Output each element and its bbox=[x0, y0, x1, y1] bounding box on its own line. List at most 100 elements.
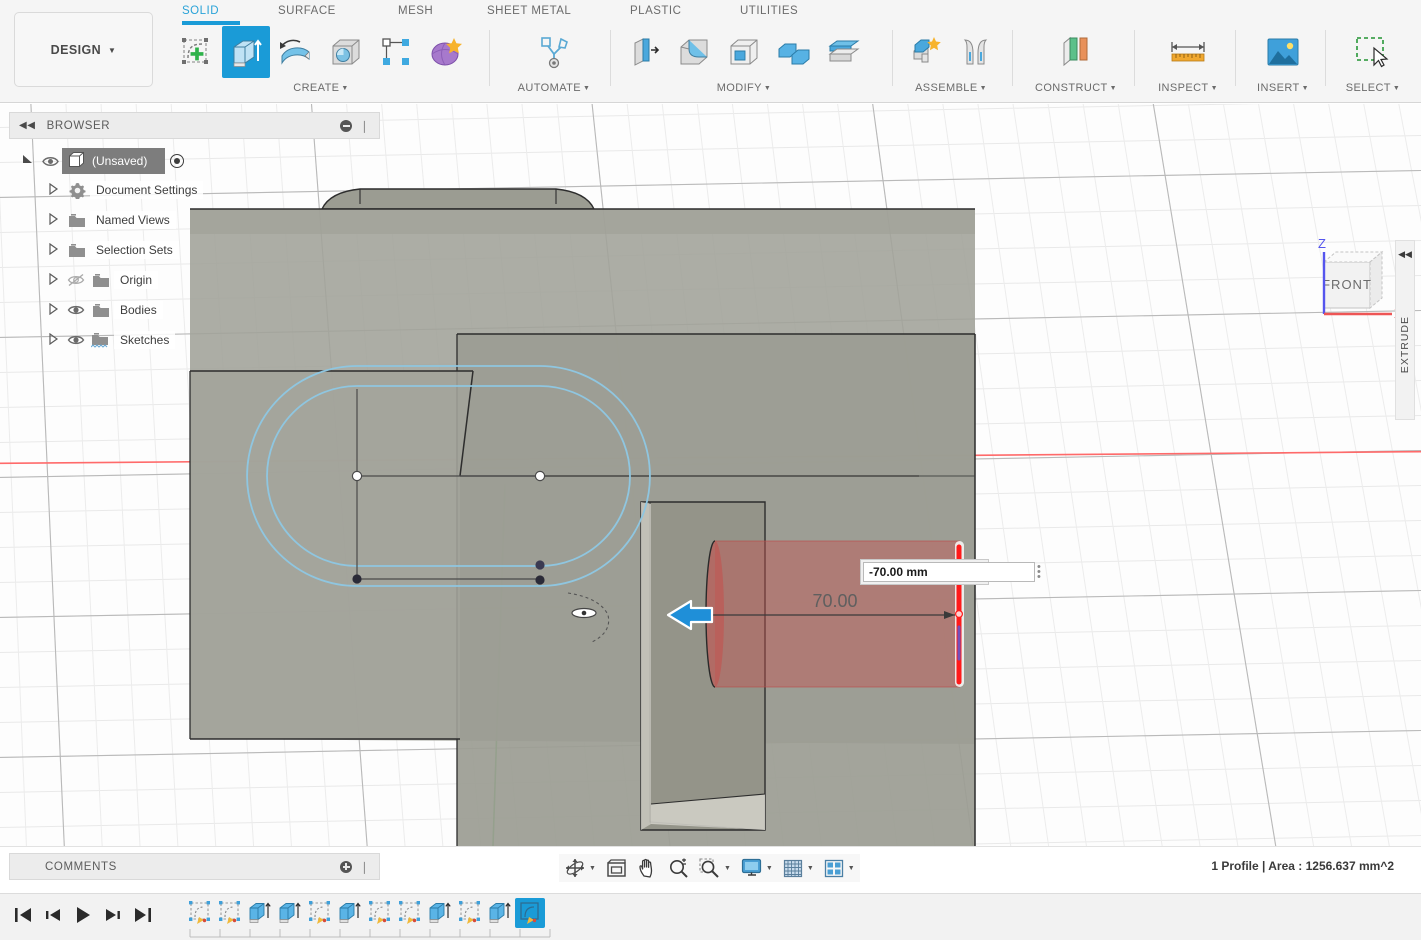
chevron-right-icon[interactable] bbox=[42, 273, 64, 288]
panel-resize-handle[interactable]: ❘ bbox=[359, 860, 370, 874]
tab-utilities[interactable]: UTILITIES bbox=[740, 5, 798, 17]
ribbon-group-insert: INSERT▼ bbox=[1245, 26, 1321, 103]
boss-top-face bbox=[322, 189, 594, 209]
timeline-feature-sketch[interactable] bbox=[395, 898, 425, 928]
chevron-right-icon[interactable] bbox=[42, 213, 64, 228]
zoom-button[interactable] bbox=[663, 855, 694, 881]
add-comment-icon[interactable] bbox=[340, 861, 352, 873]
shell-button[interactable] bbox=[720, 26, 768, 78]
chevron-right-icon[interactable] bbox=[42, 333, 64, 348]
timeline-feature-sketch[interactable] bbox=[455, 898, 485, 928]
upper-slab-face bbox=[190, 209, 975, 234]
play-button[interactable] bbox=[70, 902, 96, 928]
as-built-joint-button[interactable] bbox=[952, 26, 1000, 78]
chevron-right-icon[interactable] bbox=[42, 303, 64, 318]
collapse-left-icon[interactable]: ◀◀ bbox=[19, 120, 36, 131]
select-window-button[interactable] bbox=[1335, 26, 1411, 78]
offset-face-button[interactable] bbox=[820, 26, 868, 78]
joint-button[interactable] bbox=[902, 26, 950, 78]
fillet-button[interactable] bbox=[670, 26, 718, 78]
minimize-icon[interactable] bbox=[340, 120, 352, 132]
measure-button[interactable] bbox=[1144, 26, 1232, 78]
timeline-feature-sketch[interactable] bbox=[305, 898, 335, 928]
chevron-right-icon[interactable] bbox=[42, 183, 64, 198]
extrude-distance-input[interactable] bbox=[863, 562, 1035, 582]
document-cube-icon bbox=[68, 151, 85, 171]
viewports-button[interactable]: ▼ bbox=[819, 855, 860, 881]
ribbon-divider bbox=[1012, 30, 1013, 86]
tab-plastic[interactable]: PLASTIC bbox=[630, 5, 681, 17]
hole-button[interactable] bbox=[322, 26, 370, 78]
timeline-feature-extrude[interactable] bbox=[485, 898, 515, 928]
timeline-feature-sketch[interactable] bbox=[185, 898, 215, 928]
automate-dropdown[interactable]: AUTOMATE▼ bbox=[500, 82, 608, 94]
extrude-panel-label: EXTRUDE bbox=[1399, 316, 1411, 373]
timeline-feature-sketch[interactable] bbox=[215, 898, 245, 928]
panel-resize-handle[interactable]: ❘ bbox=[359, 119, 370, 133]
insert-image-button[interactable] bbox=[1245, 26, 1321, 78]
browser-item-named-views[interactable]: Named Views bbox=[16, 205, 256, 235]
step-back-button[interactable] bbox=[40, 902, 66, 928]
construct-plane-button[interactable] bbox=[1022, 26, 1130, 78]
construct-dropdown[interactable]: CONSTRUCT▼ bbox=[1022, 82, 1130, 94]
collapse-right-icon[interactable]: ◀◀ bbox=[1398, 249, 1412, 260]
go-to-beginning-button[interactable] bbox=[10, 902, 36, 928]
browser-item-origin[interactable]: Origin bbox=[16, 265, 256, 295]
timeline-feature-sketch-active[interactable] bbox=[515, 898, 545, 928]
timeline-feature-extrude[interactable] bbox=[425, 898, 455, 928]
browser-root-node[interactable]: (Unsaved) bbox=[62, 148, 165, 174]
pan-button[interactable] bbox=[632, 855, 663, 881]
step-forward-button[interactable] bbox=[100, 902, 126, 928]
timeline-feature-sketch[interactable] bbox=[365, 898, 395, 928]
extrude-dialog-collapsed[interactable]: ◀◀ EXTRUDE bbox=[1395, 240, 1415, 420]
timeline-feature-extrude[interactable] bbox=[275, 898, 305, 928]
tab-mesh[interactable]: MESH bbox=[398, 5, 433, 17]
timeline-feature-extrude[interactable] bbox=[245, 898, 275, 928]
browser-root-row[interactable]: (Unsaved) bbox=[16, 147, 256, 175]
tab-sheet-metal[interactable]: SHEET METAL bbox=[487, 5, 571, 17]
expanded-triangle-icon[interactable] bbox=[16, 153, 38, 169]
display-settings-button[interactable]: ▼ bbox=[736, 855, 778, 881]
form-button[interactable] bbox=[422, 26, 470, 78]
look-at-button[interactable] bbox=[601, 855, 632, 881]
browser-item-selection-sets[interactable]: Selection Sets bbox=[16, 235, 256, 265]
ribbon-divider bbox=[1235, 30, 1236, 86]
select-dropdown[interactable]: SELECT▼ bbox=[1335, 82, 1411, 94]
chevron-right-icon[interactable] bbox=[42, 243, 64, 258]
tab-surface[interactable]: SURFACE bbox=[278, 5, 336, 17]
combine-button[interactable] bbox=[770, 26, 818, 78]
radio-active-icon[interactable] bbox=[170, 154, 184, 168]
comments-panel[interactable]: COMMENTS ❘ bbox=[9, 853, 380, 880]
input-options-kebab-icon[interactable]: ••• bbox=[1037, 565, 1041, 580]
assemble-dropdown[interactable]: ASSEMBLE▼ bbox=[902, 82, 1000, 94]
eye-hidden-icon[interactable] bbox=[64, 273, 88, 287]
browser-item-document-settings[interactable]: Document Settings bbox=[16, 175, 256, 205]
create-sketch-button[interactable] bbox=[172, 26, 220, 78]
tab-solid[interactable]: SOLID bbox=[182, 5, 219, 17]
go-to-end-button[interactable] bbox=[130, 902, 156, 928]
ribbon-divider bbox=[1134, 30, 1135, 86]
orbit-button[interactable]: ▼ bbox=[559, 855, 601, 881]
create-dropdown[interactable]: CREATE▼ bbox=[172, 82, 470, 94]
sketch-palette-button[interactable] bbox=[372, 26, 420, 78]
folder-icon bbox=[64, 243, 90, 258]
insert-dropdown[interactable]: INSERT▼ bbox=[1245, 82, 1321, 94]
browser-item-label: Sketches bbox=[114, 331, 175, 349]
browser-item-sketches[interactable]: Sketches bbox=[16, 325, 256, 355]
press-pull-button[interactable] bbox=[620, 26, 668, 78]
fit-button[interactable]: ▼ bbox=[694, 855, 736, 881]
eye-icon[interactable] bbox=[64, 303, 88, 317]
workspace-switcher-button[interactable]: DESIGN ▼ bbox=[14, 12, 153, 87]
extrude-button[interactable] bbox=[222, 26, 270, 78]
eye-icon[interactable] bbox=[38, 155, 62, 168]
workspace-label: DESIGN bbox=[51, 43, 101, 57]
automate-button[interactable] bbox=[500, 26, 608, 78]
browser-item-bodies[interactable]: Bodies bbox=[16, 295, 256, 325]
inspect-dropdown[interactable]: INSPECT▼ bbox=[1144, 82, 1232, 94]
timeline-feature-extrude[interactable] bbox=[335, 898, 365, 928]
modify-dropdown[interactable]: MODIFY▼ bbox=[620, 82, 868, 94]
eye-icon[interactable] bbox=[64, 333, 88, 347]
grid-snaps-button[interactable]: ▼ bbox=[778, 855, 819, 881]
extrude-distance-input-box[interactable]: ••• bbox=[860, 559, 989, 585]
revolve-button[interactable] bbox=[272, 26, 320, 78]
